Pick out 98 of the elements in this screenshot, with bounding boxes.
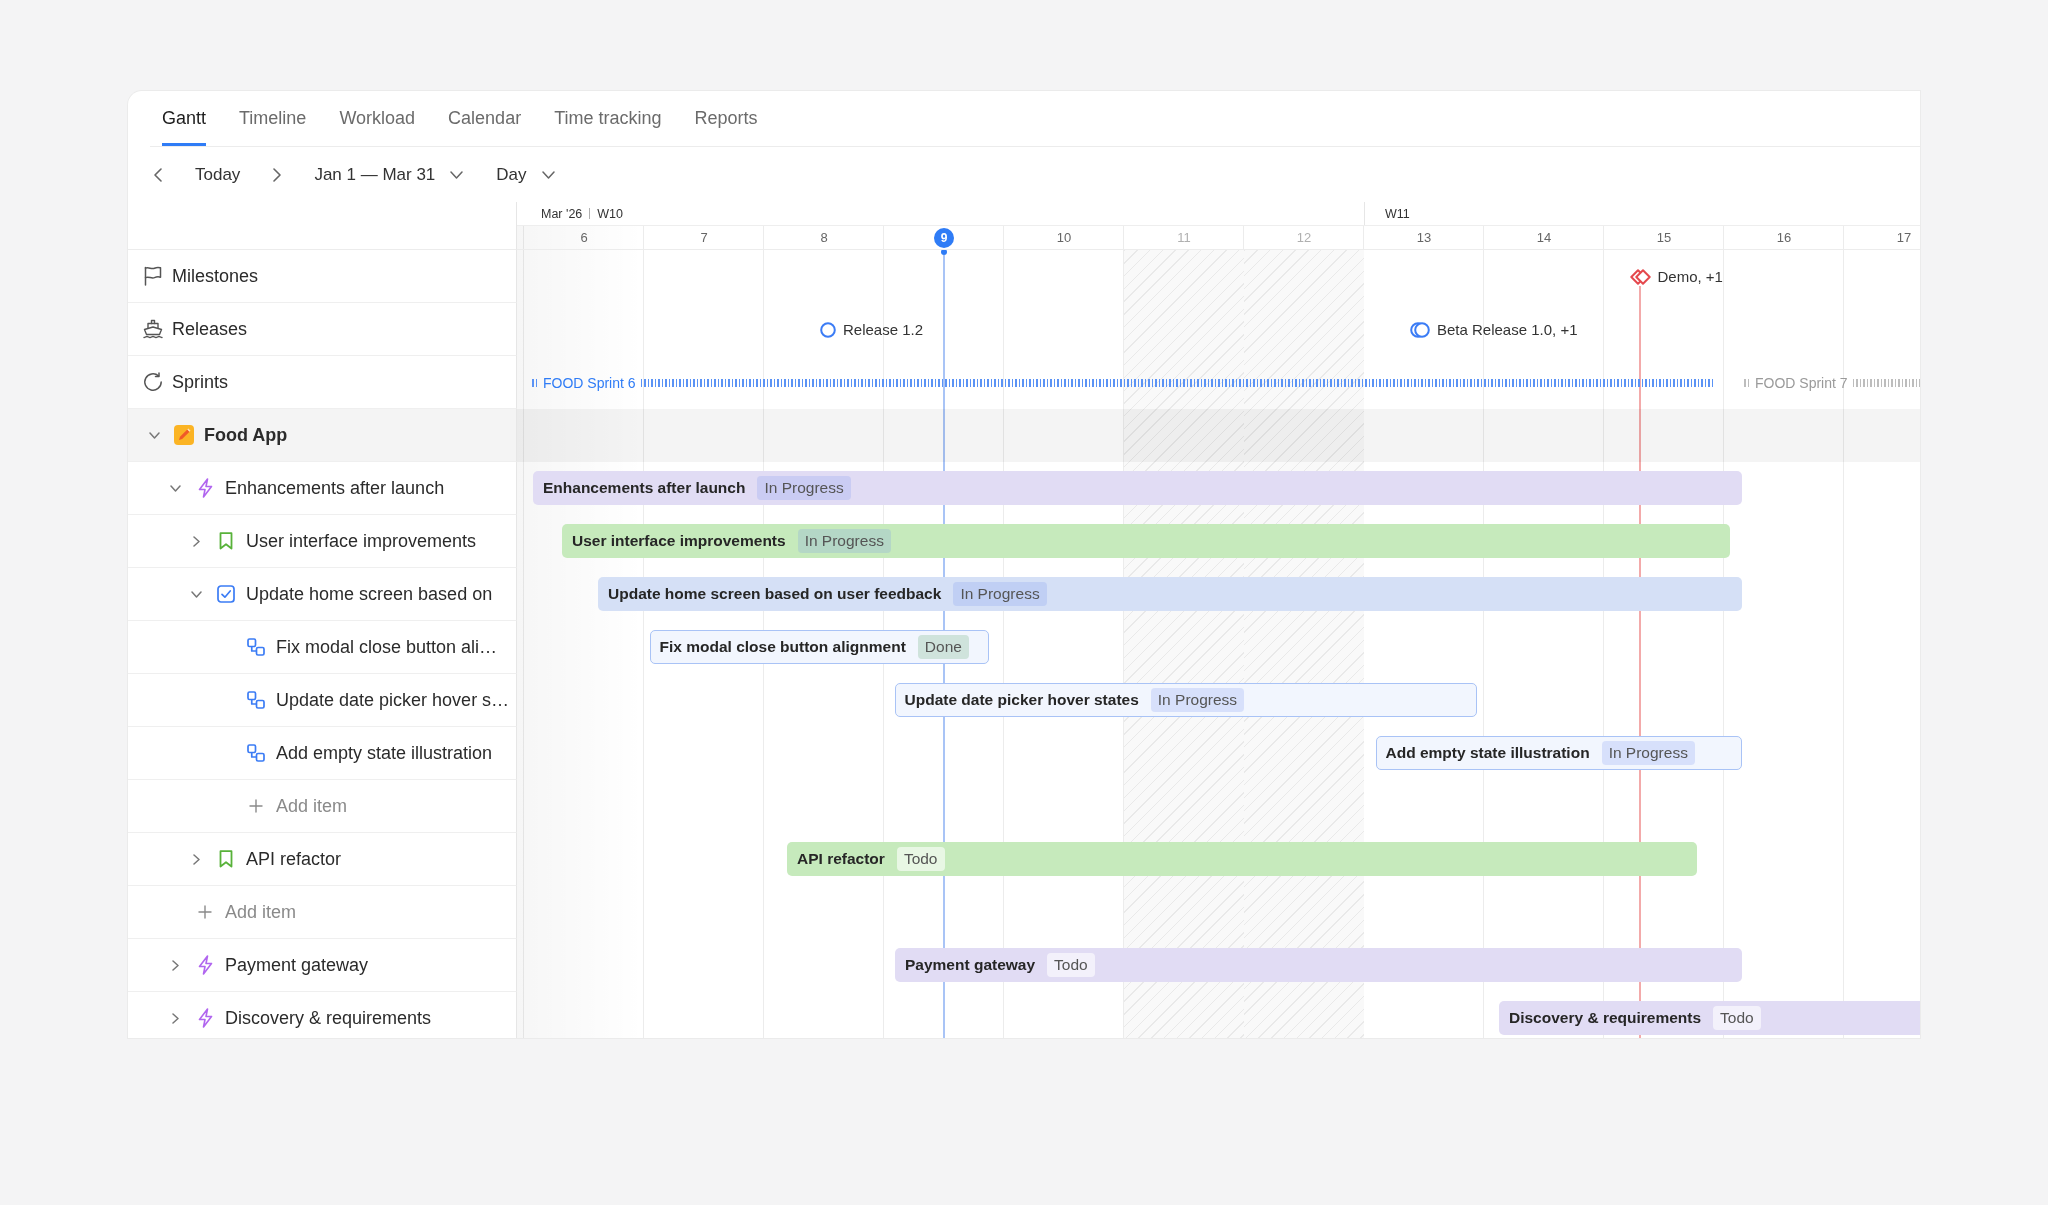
- story-bar[interactable]: User interface improvements In Progress: [562, 524, 1730, 558]
- status-badge: Todo: [1713, 1006, 1761, 1030]
- tab[interactable]: Calendar: [448, 91, 522, 146]
- project-title[interactable]: Food App: [204, 424, 288, 446]
- story-bar[interactable]: API refactor Todo: [787, 842, 1697, 876]
- story-title[interactable]: User interface improvements: [246, 530, 477, 552]
- plus-icon: [198, 905, 212, 919]
- release-label[interactable]: Release 1.2: [843, 321, 924, 338]
- day-label: 16: [1776, 230, 1792, 245]
- status-badge: In Progress: [797, 529, 891, 553]
- tab[interactable]: Gantt: [162, 91, 207, 146]
- bar-title: Update date picker hover states: [904, 691, 1139, 709]
- ship-icon: [143, 319, 163, 339]
- check-square-icon: [217, 585, 235, 603]
- chevron-down-icon[interactable]: [148, 431, 160, 439]
- sprint-bar[interactable]: FOOD Sprint 6: [532, 374, 1715, 391]
- bar-title: Update home screen based on user feedback: [608, 585, 942, 603]
- chevron-down-icon[interactable]: [169, 484, 181, 492]
- bar-title: Enhancements after launch: [543, 479, 746, 497]
- add-item-button[interactable]: Add item: [195, 901, 297, 923]
- release-label[interactable]: Beta Release 1.0, +1: [1437, 321, 1578, 338]
- tab[interactable]: Time tracking: [554, 91, 662, 146]
- epic-title[interactable]: Discovery & requirements: [225, 1007, 432, 1029]
- epic-bar[interactable]: Payment gateway Todo: [895, 948, 1742, 982]
- chevron-right-icon[interactable]: [171, 959, 179, 971]
- add-item-button[interactable]: Add item: [246, 795, 348, 817]
- subtask-bar[interactable]: Update date picker hover states In Progress: [895, 683, 1477, 717]
- flag-icon: [144, 266, 162, 286]
- task-title[interactable]: Update home screen based on: [246, 583, 493, 605]
- chevron-down-icon[interactable]: [190, 590, 202, 598]
- status-badge: In Progress: [1601, 741, 1695, 765]
- day-label: 6: [580, 230, 588, 245]
- day-label: 10: [1056, 230, 1072, 245]
- bar-title: Discovery & requirements: [1509, 1009, 1702, 1027]
- bar-title: User interface improvements: [572, 532, 786, 550]
- linked-squares-icon: [247, 691, 265, 709]
- bar-title: Fix modal close button alignment: [659, 638, 906, 656]
- epic-bar[interactable]: Enhancements after launch In Progress: [533, 471, 1742, 505]
- bar-title: Add empty state illustration: [1385, 744, 1590, 762]
- chevron-down-icon: [450, 170, 464, 179]
- day-label: 17: [1896, 230, 1912, 245]
- status-badge: Done: [917, 635, 969, 659]
- task-bar[interactable]: Update home screen based on user feedback In Progress: [598, 577, 1742, 611]
- lightning-icon: [197, 478, 213, 498]
- chevron-right-icon[interactable]: [273, 167, 282, 182]
- lane-label[interactable]: Releases: [172, 318, 248, 340]
- subtask-bar[interactable]: Fix modal close button alignment Done: [650, 630, 989, 664]
- subtask-title[interactable]: Add empty state illustration: [276, 742, 493, 764]
- tab[interactable]: Workload: [339, 91, 416, 146]
- lane-label[interactable]: Sprints: [172, 371, 229, 393]
- linked-squares-icon: [247, 744, 265, 762]
- status-badge: In Progress: [757, 476, 851, 500]
- sprint-label: FOOD Sprint 6: [543, 374, 636, 391]
- month-label: Mar '26: [541, 206, 583, 221]
- chevron-right-icon[interactable]: [192, 535, 200, 547]
- circular-arrow-icon: [143, 372, 163, 392]
- day-label: 13: [1416, 230, 1432, 245]
- subtask-title[interactable]: Fix modal close button ali…: [276, 636, 498, 658]
- linked-squares-icon: [247, 638, 265, 656]
- bar-title: API refactor: [797, 850, 885, 868]
- tab[interactable]: Timeline: [239, 91, 307, 146]
- plus-icon: [249, 799, 263, 813]
- status-badge: Todo: [1047, 953, 1095, 977]
- lightning-icon: [197, 1008, 213, 1028]
- day-label: 11: [1177, 230, 1191, 245]
- date-range-dropdown[interactable]: Jan 1 — Mar 31: [314, 164, 464, 185]
- day-label: 7: [700, 230, 708, 245]
- bookmark-icon: [219, 532, 233, 550]
- epic-bar[interactable]: Discovery & requirements Todo: [1499, 1001, 1920, 1035]
- day-label: 8: [820, 230, 828, 245]
- week-label: W10: [597, 206, 623, 221]
- week-label: W11: [1385, 206, 1410, 221]
- today-button[interactable]: Today: [195, 164, 241, 185]
- scale-dropdown[interactable]: Day: [496, 164, 555, 185]
- bar-title: Payment gateway: [905, 956, 1036, 974]
- bookmark-icon: [219, 850, 233, 868]
- chevron-right-icon[interactable]: [171, 1012, 179, 1024]
- milestone-label[interactable]: Demo, +1: [1657, 268, 1723, 285]
- day-label: 9: [934, 227, 954, 248]
- day-label: 12: [1296, 230, 1312, 245]
- chevron-left-icon[interactable]: [154, 167, 162, 182]
- story-title[interactable]: API refactor: [246, 848, 342, 870]
- epic-title[interactable]: Payment gateway: [225, 954, 369, 976]
- pencil-icon: [174, 425, 194, 445]
- lane-label[interactable]: Milestones: [172, 265, 259, 287]
- chevron-right-icon[interactable]: [192, 853, 200, 865]
- day-label: 15: [1656, 230, 1672, 245]
- chevron-down-icon: [541, 170, 555, 179]
- sprint-label: FOOD Sprint 7: [1755, 374, 1848, 391]
- tab[interactable]: Reports: [694, 91, 758, 146]
- status-badge: In Progress: [1150, 688, 1245, 712]
- status-badge: Todo: [896, 847, 945, 871]
- subtask-bar[interactable]: Add empty state illustration In Progress: [1376, 736, 1742, 770]
- status-badge: In Progress: [953, 582, 1047, 606]
- day-label: 14: [1536, 230, 1552, 245]
- lightning-icon: [197, 955, 213, 975]
- epic-title[interactable]: Enhancements after launch: [225, 477, 445, 499]
- subtask-title[interactable]: Update date picker hover s…: [276, 689, 510, 711]
